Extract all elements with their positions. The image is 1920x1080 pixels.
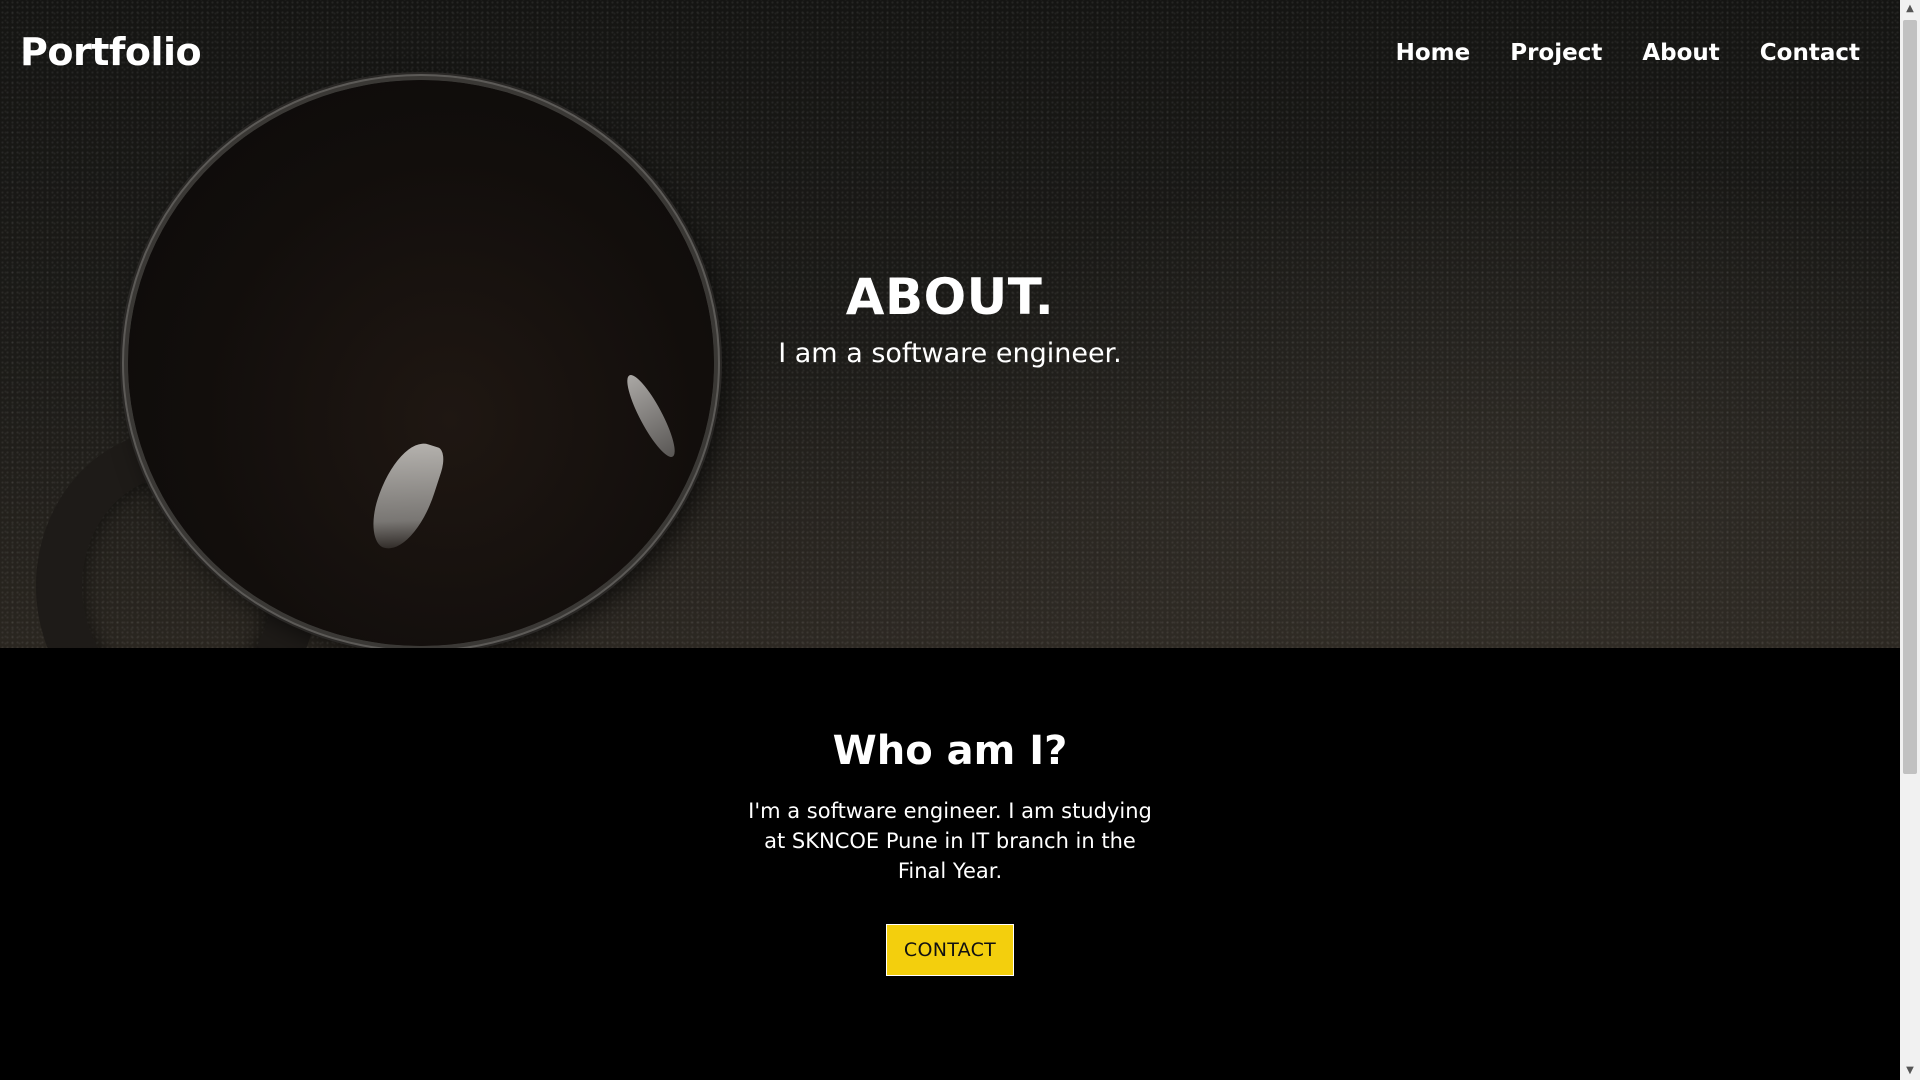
scrollbar-thumb[interactable] bbox=[1903, 20, 1917, 774]
contact-button[interactable]: CONTACT bbox=[886, 924, 1014, 976]
nav-link-about[interactable]: About bbox=[1642, 40, 1719, 66]
nav-link-contact[interactable]: Contact bbox=[1760, 40, 1860, 66]
scroll-down-arrow-icon[interactable]: ▼ bbox=[1900, 1062, 1920, 1080]
nav-link-project[interactable]: Project bbox=[1510, 40, 1602, 66]
vertical-scrollbar[interactable]: ▲ ▼ bbox=[1900, 0, 1920, 1080]
logo-link[interactable]: Portfolio bbox=[20, 30, 202, 74]
about-description: I'm a software engineer. I am studying a… bbox=[748, 799, 1152, 883]
nav-link-home[interactable]: Home bbox=[1396, 40, 1471, 66]
hero-section: Portfolio Home Project About Contact ABO… bbox=[0, 0, 1900, 648]
scroll-up-arrow-icon[interactable]: ▲ bbox=[1900, 0, 1920, 18]
page-viewport: Portfolio Home Project About Contact ABO… bbox=[0, 0, 1900, 1080]
about-heading: Who am I? bbox=[832, 728, 1068, 774]
hero-subtitle: I am a software engineer. bbox=[778, 338, 1122, 369]
main-navigation: Home Project About Contact bbox=[1356, 40, 1860, 66]
hero-title: ABOUT. bbox=[845, 268, 1055, 326]
